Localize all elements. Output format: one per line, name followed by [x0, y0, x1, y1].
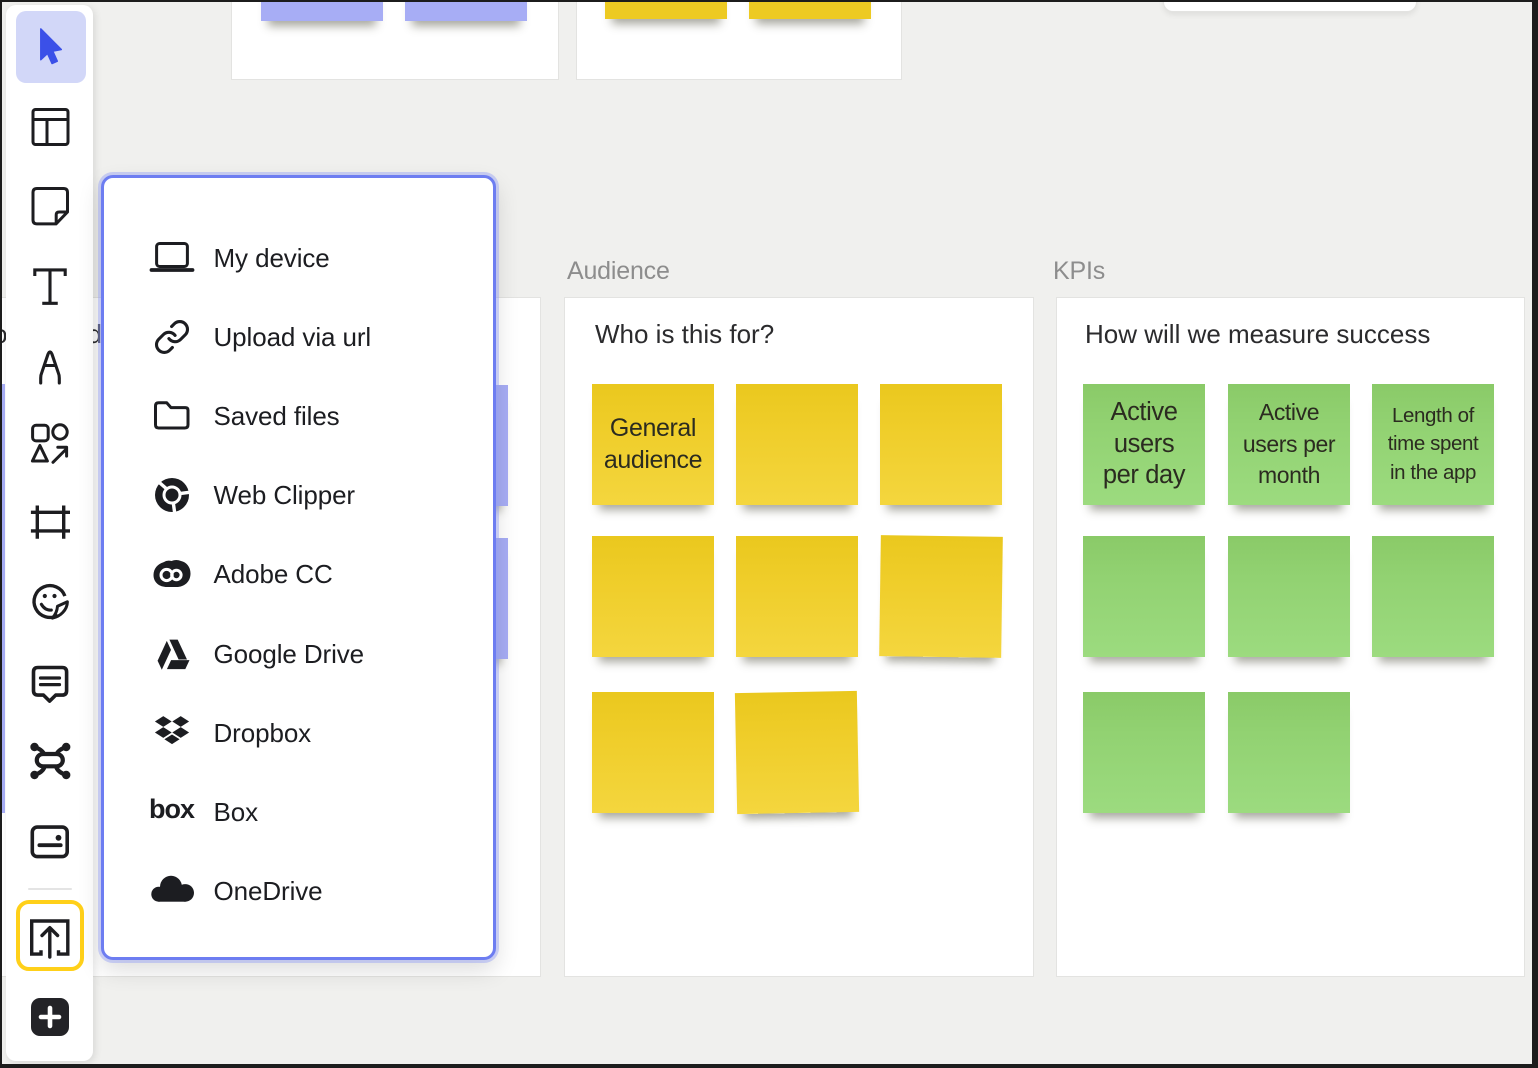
- svg-text:box: box: [149, 794, 195, 824]
